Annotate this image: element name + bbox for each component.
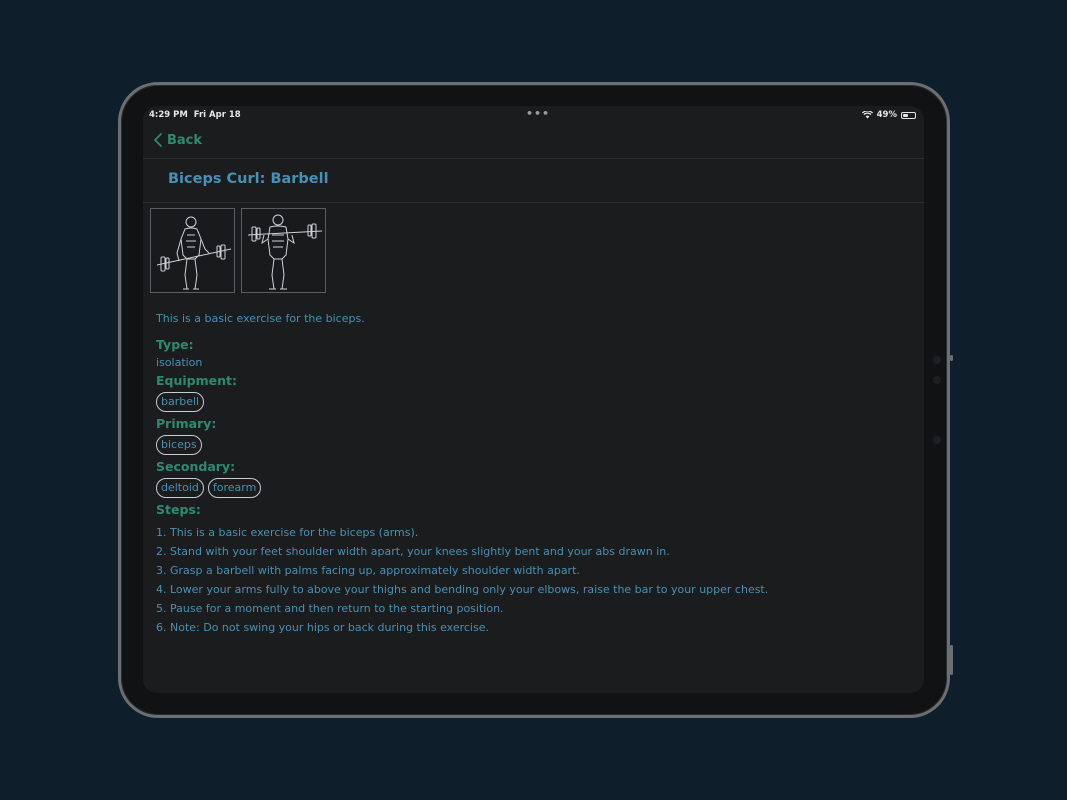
step-item: 3. Grasp a barbell with palms facing up,… [156, 564, 580, 577]
step-item: 6. Note: Do not swing your hips or back … [156, 621, 489, 634]
equipment-label: Equipment: [156, 373, 237, 388]
equipment-chips: barbell [156, 392, 916, 412]
navigation-bar: Back [143, 126, 924, 159]
step-item: 1. This is a basic exercise for the bice… [156, 526, 419, 539]
app-screen: 4:29 PM Fri Apr 18 ••• 49% Back Biceps C… [143, 106, 924, 693]
multitask-dots[interactable]: ••• [526, 107, 550, 120]
status-time-text: 4:29 PM [149, 110, 188, 120]
power-button [950, 645, 953, 675]
title-section: Biceps Curl: Barbell [143, 159, 924, 203]
camera-dot [933, 376, 941, 384]
status-date-text: Fri Apr 18 [193, 110, 241, 120]
camera-dot [933, 356, 941, 364]
status-bar: 4:29 PM Fri Apr 18 ••• 49% [143, 106, 924, 126]
page-title: Biceps Curl: Barbell [168, 171, 329, 187]
back-button[interactable]: Back [153, 132, 202, 148]
exercise-image-end[interactable] [241, 208, 326, 293]
equipment-chip[interactable]: barbell [156, 392, 205, 412]
step-item: 2. Stand with your feet shoulder width a… [156, 545, 670, 558]
step-item: 5. Pause for a moment and then return to… [156, 602, 504, 615]
battery-icon [901, 111, 916, 119]
exercise-image-start[interactable] [150, 208, 235, 293]
step-item: 4. Lower your arms fully to above your t… [156, 583, 769, 596]
wifi-icon [861, 111, 873, 119]
secondary-label: Secondary: [156, 459, 236, 474]
barbell-curl-start-illustration [156, 216, 232, 290]
steps-label: Steps: [156, 502, 201, 517]
secondary-muscle-chip[interactable]: deltoid [156, 478, 204, 498]
type-label: Type: [156, 337, 194, 352]
chevron-left-icon [154, 133, 162, 147]
primary-label: Primary: [156, 416, 217, 431]
exercise-details: This is a basic exercise for the biceps.… [156, 312, 916, 637]
secondary-muscle-chip[interactable]: forearm [207, 478, 262, 498]
primary-muscle-chips: biceps [156, 435, 916, 455]
barbell-curl-end-illustration [247, 214, 323, 290]
primary-muscle-chip[interactable]: biceps [156, 435, 202, 455]
camera-dot [933, 436, 941, 444]
secondary-muscle-chips: deltoid forearm [156, 478, 916, 498]
status-indicators: 49% [861, 110, 916, 120]
battery-percent: 49% [876, 110, 897, 120]
exercise-description: This is a basic exercise for the biceps. [156, 312, 365, 325]
back-button-label: Back [167, 132, 203, 148]
steps-list: 1. This is a basic exercise for the bice… [156, 523, 916, 637]
status-time: 4:29 PM Fri Apr 18 [149, 110, 241, 120]
type-value: isolation [156, 356, 203, 369]
side-button [950, 355, 953, 361]
exercise-images [150, 208, 326, 293]
